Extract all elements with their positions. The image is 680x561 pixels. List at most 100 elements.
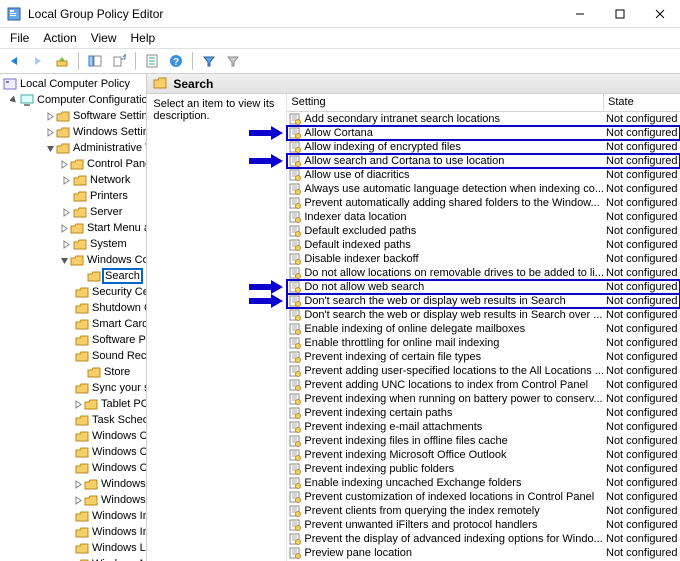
collapse-icon[interactable]	[46, 142, 55, 154]
setting-row[interactable]: Prevent unwanted iFilters and protocol h…	[287, 518, 680, 532]
setting-row[interactable]: Don't search the web or display web resu…	[287, 308, 680, 322]
setting-row[interactable]: Prevent clients from querying the index …	[287, 504, 680, 518]
setting-row[interactable]: Do not allow web searchNot configured	[287, 280, 680, 294]
setting-row[interactable]: Default indexed pathsNot configured	[287, 238, 680, 252]
menu-view[interactable]: View	[85, 29, 123, 47]
column-setting[interactable]: Setting	[287, 94, 604, 111]
tree-node[interactable]: Sound Recorder	[0, 348, 146, 364]
expand-icon[interactable]	[60, 222, 69, 234]
expand-icon[interactable]	[10, 94, 19, 106]
tree-node[interactable]: System	[0, 236, 146, 252]
close-button[interactable]	[640, 0, 680, 28]
expand-icon[interactable]	[74, 494, 83, 506]
setting-row[interactable]: Enable indexing uncached Exchange folder…	[287, 476, 680, 490]
setting-row[interactable]: Indexer data locationNot configured	[287, 210, 680, 224]
setting-row[interactable]: Allow CortanaNot configured	[287, 126, 680, 140]
setting-row[interactable]: Prevent indexing public foldersNot confi…	[287, 462, 680, 476]
forward-button[interactable]	[28, 51, 48, 71]
setting-state: Not configured	[604, 379, 680, 391]
tree-node[interactable]: Windows Settings	[0, 124, 146, 140]
tree-node[interactable]: Network	[0, 172, 146, 188]
setting-row[interactable]: Prevent indexing of certain file typesNo…	[287, 350, 680, 364]
setting-row[interactable]: Prevent indexing Microsoft Office Outloo…	[287, 448, 680, 462]
maximize-button[interactable]	[600, 0, 640, 28]
tree-node[interactable]: Task Scheduler	[0, 412, 146, 428]
setting-row[interactable]: Prevent adding user-specified locations …	[287, 364, 680, 378]
setting-row[interactable]: Don't search the web or display web resu…	[287, 294, 680, 308]
setting-row[interactable]: Do not allow locations on removable driv…	[287, 266, 680, 280]
help-button[interactable]: ?	[166, 51, 186, 71]
minimize-button[interactable]	[560, 0, 600, 28]
setting-row[interactable]: Disable indexer backoffNot configured	[287, 252, 680, 266]
expand-icon[interactable]	[74, 398, 83, 410]
tree-node[interactable]: Software Settings	[0, 108, 146, 124]
tree-node[interactable]: Administrative Templates	[0, 140, 146, 156]
setting-row[interactable]: Prevent indexing when running on battery…	[287, 392, 680, 406]
tree-pane[interactable]: Local Computer Policy Computer Configura…	[0, 74, 147, 561]
setting-row[interactable]: Default excluded pathsNot configured	[287, 224, 680, 238]
tree-node[interactable]: Windows Color System	[0, 444, 146, 460]
expand-icon[interactable]	[60, 174, 72, 186]
expand-icon[interactable]	[46, 126, 55, 138]
expand-icon[interactable]	[60, 206, 72, 218]
tree-node[interactable]: Shutdown Options	[0, 300, 146, 316]
expand-icon[interactable]	[60, 238, 72, 250]
setting-row[interactable]: Prevent customization of indexed locatio…	[287, 490, 680, 504]
tree-node[interactable]: Windows Components	[0, 252, 146, 268]
collapse-icon[interactable]	[60, 254, 69, 266]
export-list-button[interactable]	[109, 51, 129, 71]
tree-node[interactable]: Printers	[0, 188, 146, 204]
refresh-button[interactable]	[142, 51, 162, 71]
tree-node[interactable]: Security Center	[0, 284, 146, 300]
setting-row[interactable]: Prevent adding UNC locations to index fr…	[287, 378, 680, 392]
settings-list[interactable]: Setting State Add secondary intranet sea…	[287, 94, 680, 561]
tree-node[interactable]: Windows Ink Workspace	[0, 508, 146, 524]
menu-action[interactable]: Action	[37, 29, 82, 47]
setting-row[interactable]: Enable indexing of online delegate mailb…	[287, 322, 680, 336]
tree-node[interactable]: Software Protection Platform	[0, 332, 146, 348]
expand-icon[interactable]	[60, 158, 69, 170]
tree-node[interactable]: Start Menu and Taskbar	[0, 220, 146, 236]
detail-header: Search	[147, 74, 680, 94]
tree-root[interactable]: Local Computer Policy	[0, 76, 146, 92]
setting-row[interactable]: Prevent indexing files in offline files …	[287, 434, 680, 448]
setting-row[interactable]: Prevent indexing e-mail attachmentsNot c…	[287, 420, 680, 434]
filter-options-button[interactable]	[223, 51, 243, 71]
tree-node[interactable]: Windows Error Reporting	[0, 492, 146, 508]
tree-node[interactable]: Sync your settings	[0, 380, 146, 396]
tree-node-label: Sync your settings	[92, 382, 147, 394]
tree-node[interactable]: Windows Calendar	[0, 428, 146, 444]
up-button[interactable]	[52, 51, 72, 71]
expand-icon[interactable]	[46, 110, 55, 122]
setting-row[interactable]: Allow indexing of encrypted filesNot con…	[287, 140, 680, 154]
setting-row[interactable]: Prevent indexing certain pathsNot config…	[287, 406, 680, 420]
tree-node[interactable]: Windows Customer Experience Impr	[0, 460, 146, 476]
setting-row[interactable]: Enable throttling for online mail indexi…	[287, 336, 680, 350]
setting-row[interactable]: Prevent automatically adding shared fold…	[287, 196, 680, 210]
menu-help[interactable]: Help	[125, 29, 162, 47]
back-button[interactable]	[4, 51, 24, 71]
list-header[interactable]: Setting State	[287, 94, 680, 112]
setting-row[interactable]: Always use automatic language detection …	[287, 182, 680, 196]
tree-node[interactable]: Tablet PC	[0, 396, 146, 412]
tree-node[interactable]: Windows Installer	[0, 524, 146, 540]
tree-node[interactable]: Search	[0, 268, 146, 284]
tree-node[interactable]: Windows Mail	[0, 556, 146, 561]
expand-icon[interactable]	[74, 478, 83, 490]
setting-row[interactable]: Add secondary intranet search locationsN…	[287, 112, 680, 126]
tree-node[interactable]: Windows Defender	[0, 476, 146, 492]
tree-node[interactable]: Server	[0, 204, 146, 220]
tree-node[interactable]: Smart Card	[0, 316, 146, 332]
tree-computer-configuration[interactable]: Computer Configuration	[0, 92, 146, 108]
column-state[interactable]: State	[604, 94, 680, 111]
tree-node[interactable]: Store	[0, 364, 146, 380]
setting-row[interactable]: Prevent the display of advanced indexing…	[287, 532, 680, 546]
setting-row[interactable]: Allow use of diacriticsNot configured	[287, 168, 680, 182]
tree-node[interactable]: Control Panel	[0, 156, 146, 172]
setting-row[interactable]: Preview pane locationNot configured	[287, 546, 680, 560]
setting-row[interactable]: Allow search and Cortana to use location…	[287, 154, 680, 168]
show-hide-tree-button[interactable]	[85, 51, 105, 71]
menu-file[interactable]: File	[4, 29, 35, 47]
filter-button[interactable]	[199, 51, 219, 71]
tree-node[interactable]: Windows Logon Options	[0, 540, 146, 556]
